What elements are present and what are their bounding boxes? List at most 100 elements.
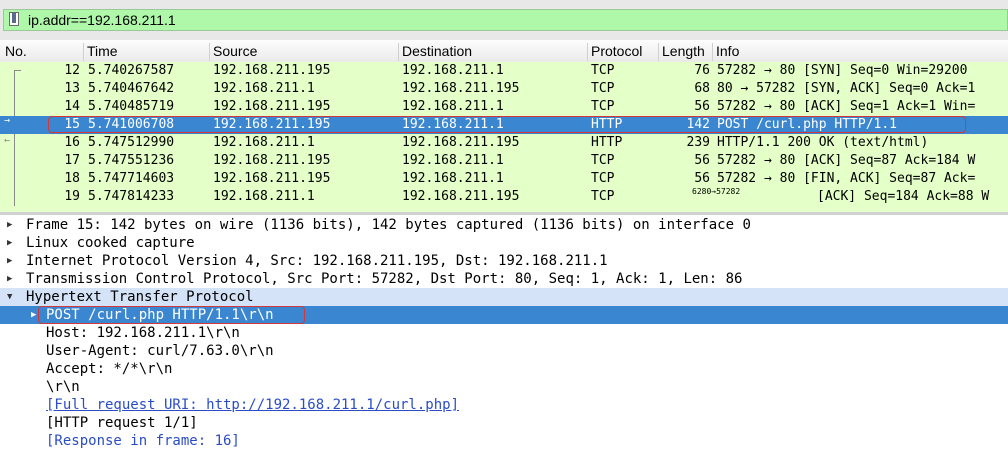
- packet-row[interactable]: 17 5.747551236 192.168.211.195 192.168.2…: [0, 152, 1008, 170]
- column-separator[interactable]: [587, 43, 588, 61]
- conversation-bracket-start: [14, 70, 21, 71]
- packet-source: 192.168.211.195: [213, 171, 331, 186]
- packet-details-tree[interactable]: ▶ Frame 15: 142 bytes on wire (1136 bits…: [0, 215, 1008, 449]
- response-frame-link[interactable]: [Response in frame: 16]: [46, 433, 240, 449]
- packet-source: 192.168.211.195: [213, 153, 331, 168]
- tree-item-crlf[interactable]: \r\n: [0, 378, 1008, 396]
- column-time[interactable]: Time: [87, 43, 118, 59]
- tree-item-label: [HTTP request 1/1]: [46, 415, 198, 431]
- packet-no: 14: [64, 99, 80, 114]
- packet-source: 192.168.211.1: [213, 135, 315, 150]
- tree-item-label: User-Agent: curl/7.63.0\r\n: [46, 343, 274, 359]
- tree-item-label: Linux cooked capture: [26, 235, 195, 251]
- packet-list[interactable]: 12 5.740267587 192.168.211.195 192.168.2…: [0, 62, 1008, 212]
- packet-time: 5.740467642: [88, 81, 175, 96]
- packet-no: 16: [64, 135, 80, 150]
- packet-info: 57282 → 80 [FIN, ACK] Seq=87 Ack=: [717, 171, 976, 186]
- tree-item-label: Transmission Control Protocol, Src Port:…: [26, 271, 743, 287]
- conversation-bracket: [14, 134, 15, 206]
- packet-length: 56: [694, 171, 710, 186]
- packet-row[interactable]: 19 5.747814233 192.168.211.1 192.168.211…: [0, 187, 1008, 206]
- tree-item-frame[interactable]: ▶ Frame 15: 142 bytes on wire (1136 bits…: [0, 216, 1008, 234]
- packet-protocol: TCP: [591, 99, 615, 114]
- packet-destination: 192.168.211.1: [402, 153, 504, 168]
- conversation-bracket: [14, 70, 15, 116]
- expand-arrow-icon[interactable]: ▶: [7, 238, 12, 248]
- packet-source: 192.168.211.195: [213, 117, 331, 132]
- packet-protocol: TCP: [591, 189, 615, 204]
- packet-source: 192.168.211.1: [213, 189, 315, 204]
- packet-protocol: TCP: [591, 81, 615, 96]
- tree-item-request-line[interactable]: ▶ POST /curl.php HTTP/1.1\r\n: [0, 306, 1008, 324]
- packet-length: 76: [694, 63, 710, 78]
- expand-arrow-icon[interactable]: ▶: [31, 310, 36, 320]
- packet-info: [ACK] Seq=184 Ack=88 W: [817, 189, 990, 204]
- collapse-arrow-icon[interactable]: ▼: [7, 292, 12, 302]
- tree-item-full-uri[interactable]: [Full request URI: http://192.168.211.1/…: [0, 396, 1008, 414]
- packet-protocol: HTTP: [591, 135, 623, 150]
- packet-no: 13: [64, 81, 80, 96]
- tree-item-label: POST /curl.php HTTP/1.1\r\n: [46, 307, 274, 323]
- packet-time: 5.747714603: [88, 171, 175, 186]
- packet-length: 56: [694, 153, 710, 168]
- column-separator[interactable]: [712, 43, 713, 61]
- filter-text: ip.addr==192.168.211.1: [28, 12, 176, 28]
- expand-arrow-icon[interactable]: ▶: [7, 274, 12, 284]
- column-destination[interactable]: Destination: [402, 43, 472, 59]
- packet-destination: 192.168.211.1: [402, 63, 504, 78]
- packet-protocol: HTTP: [591, 117, 623, 132]
- tree-item-accept[interactable]: Accept: */*\r\n: [0, 360, 1008, 378]
- packet-row[interactable]: ← 16 5.747512990 192.168.211.1 192.168.2…: [0, 134, 1008, 152]
- packet-destination: 192.168.211.195: [402, 135, 520, 150]
- packet-time: 5.740267587: [88, 63, 175, 78]
- packet-info: 57282 → 80 [ACK] Seq=1 Ack=1 Win=: [717, 99, 976, 114]
- packet-no: 17: [64, 153, 80, 168]
- packet-row[interactable]: 13 5.740467642 192.168.211.1 192.168.211…: [0, 80, 1008, 98]
- tree-item-label: \r\n: [46, 379, 80, 395]
- expand-arrow-icon[interactable]: ▶: [7, 256, 12, 266]
- packet-row[interactable]: 12 5.740267587 192.168.211.195 192.168.2…: [0, 62, 1008, 80]
- tree-item-label: Hypertext Transfer Protocol: [26, 289, 254, 305]
- packet-row[interactable]: 14 5.740485719 192.168.211.195 192.168.2…: [0, 98, 1008, 116]
- tree-item-tcp[interactable]: ▶ Transmission Control Protocol, Src Por…: [0, 270, 1008, 288]
- filter-bookmark-icon[interactable]: [9, 12, 19, 26]
- display-filter-input[interactable]: ip.addr==192.168.211.1: [3, 9, 1008, 31]
- tree-item-label: Accept: */*\r\n: [46, 361, 173, 377]
- packet-source: 192.168.211.1: [213, 81, 315, 96]
- packet-row[interactable]: 18 5.747714603 192.168.211.195 192.168.2…: [0, 170, 1008, 188]
- packet-length: 142: [686, 117, 710, 132]
- column-protocol[interactable]: Protocol: [591, 43, 642, 59]
- tree-item-ipv4[interactable]: ▶ Internet Protocol Version 4, Src: 192.…: [0, 252, 1008, 270]
- column-separator[interactable]: [83, 43, 84, 61]
- full-request-uri-link[interactable]: [Full request URI: http://192.168.211.1/…: [46, 397, 459, 413]
- tree-item-response-frame[interactable]: [Response in frame: 16]: [0, 432, 1008, 450]
- column-source[interactable]: Source: [213, 43, 257, 59]
- tree-item-host[interactable]: Host: 192.168.211.1\r\n: [0, 324, 1008, 342]
- column-no[interactable]: No.: [5, 43, 27, 59]
- packet-row-selected[interactable]: → 15 5.741006708 192.168.211.195 192.168…: [0, 116, 1008, 134]
- column-separator[interactable]: [209, 43, 210, 61]
- tree-item-linux-cooked[interactable]: ▶ Linux cooked capture: [0, 234, 1008, 252]
- column-separator[interactable]: [658, 43, 659, 61]
- expand-arrow-icon[interactable]: ▶: [7, 220, 12, 230]
- packet-time: 5.747512990: [88, 135, 175, 150]
- packet-length: 6280→57282: [692, 187, 741, 196]
- packet-length: 239: [686, 135, 710, 150]
- packet-time: 5.747814233: [88, 189, 175, 204]
- packet-time: 5.747551236: [88, 153, 175, 168]
- packet-no: 19: [64, 189, 80, 204]
- packet-destination: 192.168.211.195: [402, 81, 520, 96]
- tree-item-http[interactable]: ▼ Hypertext Transfer Protocol: [0, 288, 1008, 306]
- column-info[interactable]: Info: [716, 43, 739, 59]
- column-length[interactable]: Length: [662, 43, 705, 59]
- column-separator[interactable]: [398, 43, 399, 61]
- packet-protocol: TCP: [591, 153, 615, 168]
- tree-item-label: Host: 192.168.211.1\r\n: [46, 325, 240, 341]
- packet-length: 56: [694, 99, 710, 114]
- packet-source: 192.168.211.195: [213, 99, 331, 114]
- tree-item-label: Frame 15: 142 bytes on wire (1136 bits),…: [26, 217, 751, 233]
- packet-info: POST /curl.php HTTP/1.1: [717, 117, 898, 132]
- tree-item-user-agent[interactable]: User-Agent: curl/7.63.0\r\n: [0, 342, 1008, 360]
- packet-no: 15: [64, 117, 80, 132]
- tree-item-request-count[interactable]: [HTTP request 1/1]: [0, 414, 1008, 432]
